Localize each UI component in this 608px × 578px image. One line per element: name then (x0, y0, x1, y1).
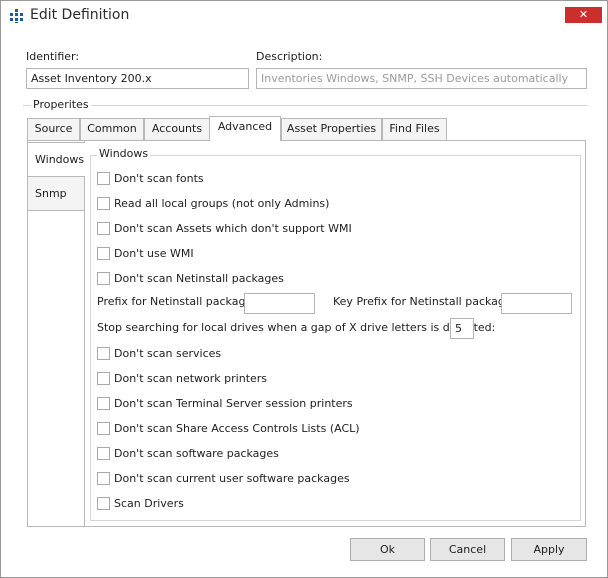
drive-gap-label: Stop searching for local drives when a g… (97, 321, 496, 334)
tab-source[interactable]: Source (27, 118, 80, 140)
description-field[interactable]: Inventories Windows, SNMP, SSH Devices a… (256, 68, 587, 89)
close-button[interactable]: ✕ (565, 7, 602, 23)
checkbox-label: Don't use WMI (114, 246, 194, 260)
prefix-netinstall-field[interactable] (244, 293, 315, 314)
description-label: Description: (256, 50, 323, 63)
dont-scan-non-wmi-assets-checkbox[interactable] (97, 221, 110, 235)
dont-scan-services-checkbox[interactable] (97, 346, 110, 360)
dont-scan-ts-printers-checkbox[interactable] (97, 396, 110, 410)
checkbox-label: Don't scan Terminal Server session print… (114, 396, 353, 410)
key-prefix-netinstall-label: Key Prefix for Netinstall packages: (333, 295, 522, 308)
checkbox-label: Don't scan Netinstall packages (114, 271, 284, 285)
apply-button[interactable]: Apply (511, 538, 587, 561)
identifier-field[interactable]: Asset Inventory 200.x (26, 68, 249, 89)
dont-scan-netinstall-checkbox[interactable] (97, 271, 110, 285)
dont-use-wmi-option[interactable]: Don't use WMI (97, 246, 194, 260)
checkbox-label: Don't scan current user software package… (114, 471, 350, 485)
edit-definition-dialog: Edit Definition ✕ Identifier: Asset Inve… (0, 0, 608, 578)
dont-scan-network-printers-checkbox[interactable] (97, 371, 110, 385)
dont-use-wmi-checkbox[interactable] (97, 246, 110, 260)
windows-legend: Windows (97, 147, 151, 160)
dont-scan-share-acl-checkbox[interactable] (97, 421, 110, 435)
checkbox-label: Don't scan Assets which don't support WM… (114, 221, 352, 235)
scan-drivers-checkbox[interactable] (97, 496, 110, 510)
dont-scan-software-checkbox[interactable] (97, 446, 110, 460)
window-title: Edit Definition (30, 7, 130, 23)
dont-scan-share-acl-option[interactable]: Don't scan Share Access Controls Lists (… (97, 421, 360, 435)
prefix-netinstall-label: Prefix for Netinstall packages: (97, 295, 262, 308)
read-all-local-groups-option[interactable]: Read all local groups (not only Admins) (97, 196, 329, 210)
read-all-local-groups-checkbox[interactable] (97, 196, 110, 210)
dont-scan-services-option[interactable]: Don't scan services (97, 346, 221, 360)
properties-group-border (23, 105, 588, 106)
drive-gap-field[interactable]: 5 (450, 318, 474, 339)
ok-button[interactable]: Ok (350, 538, 425, 561)
checkbox-label: Read all local groups (not only Admins) (114, 196, 330, 210)
title-bar[interactable]: Edit Definition ✕ (1, 1, 607, 31)
checkbox-label: Don't scan fonts (114, 171, 204, 185)
grid-dots-icon (10, 9, 24, 23)
side-tab-snmp[interactable]: Snmp (27, 176, 85, 211)
dont-scan-non-wmi-assets-option[interactable]: Don't scan Assets which don't support WM… (97, 221, 352, 235)
checkbox-label: Don't scan services (114, 346, 222, 360)
key-prefix-netinstall-field[interactable] (501, 293, 572, 314)
close-icon: ✕ (578, 8, 589, 21)
tab-advanced[interactable]: Advanced (209, 116, 281, 141)
dont-scan-user-software-option[interactable]: Don't scan current user software package… (97, 471, 350, 485)
dont-scan-netinstall-option[interactable]: Don't scan Netinstall packages (97, 271, 284, 285)
side-tab-windows[interactable]: Windows (27, 142, 85, 177)
checkbox-label: Don't scan network printers (114, 371, 268, 385)
dont-scan-user-software-checkbox[interactable] (97, 471, 110, 485)
checkbox-label: Scan Drivers (114, 496, 184, 510)
dont-scan-network-printers-option[interactable]: Don't scan network printers (97, 371, 267, 385)
scan-drivers-option[interactable]: Scan Drivers (97, 496, 184, 510)
cancel-button[interactable]: Cancel (430, 538, 505, 561)
tab-common[interactable]: Common (80, 118, 144, 140)
tab-asset-properties[interactable]: Asset Properties (281, 118, 382, 140)
dont-scan-ts-printers-option[interactable]: Don't scan Terminal Server session print… (97, 396, 353, 410)
checkbox-label: Don't scan software packages (114, 446, 279, 460)
properties-group-label: Properites (31, 98, 91, 111)
dont-scan-software-option[interactable]: Don't scan software packages (97, 446, 279, 460)
tab-accounts[interactable]: Accounts (144, 118, 210, 140)
checkbox-label: Don't scan Share Access Controls Lists (… (114, 421, 360, 435)
identifier-label: Identifier: (26, 50, 80, 63)
tab-find-files[interactable]: Find Files (382, 118, 447, 140)
dont-scan-fonts-checkbox[interactable] (97, 171, 110, 185)
dont-scan-fonts-option[interactable]: Don't scan fonts (97, 171, 204, 185)
